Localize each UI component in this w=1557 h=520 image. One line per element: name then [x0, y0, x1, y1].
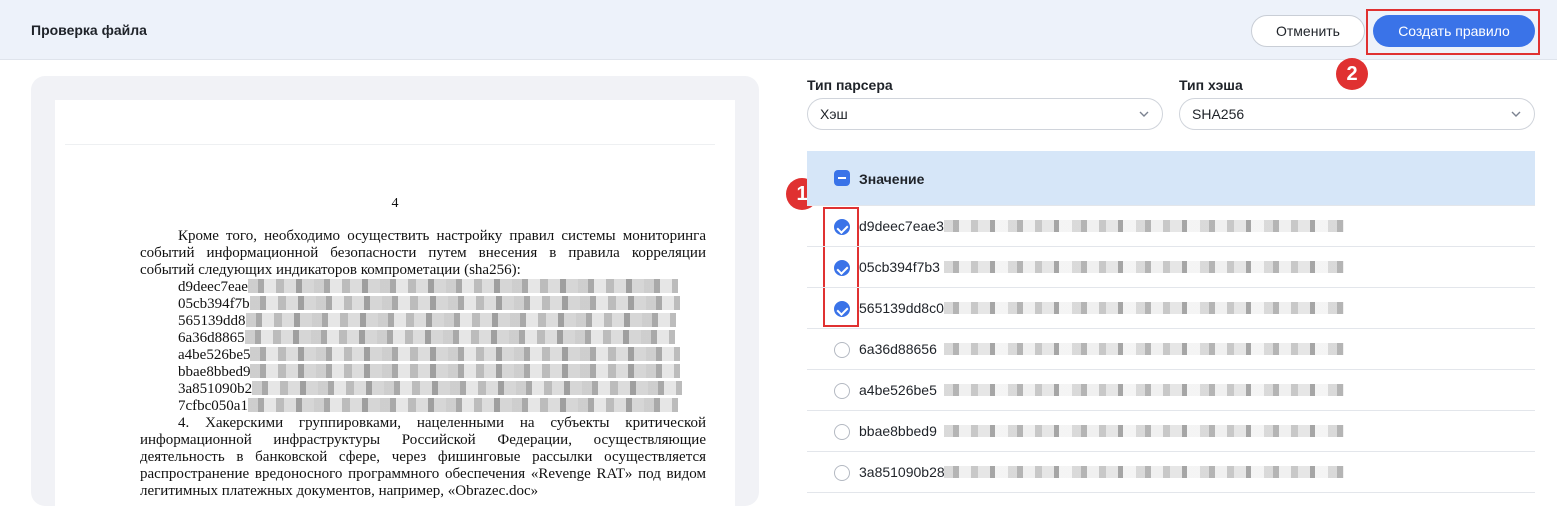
redacted-block [944, 384, 1344, 396]
hash-value: a4be526be5 [859, 382, 937, 398]
document-hash-line: 7cfbc050a1 [140, 398, 706, 415]
select-all-checkbox[interactable] [834, 170, 850, 186]
table-row[interactable]: 3a851090b28 [807, 452, 1535, 493]
row-checkbox[interactable] [834, 465, 850, 481]
redacted-block [944, 343, 1344, 355]
hash-value: 3a851090b28 [859, 464, 945, 480]
header-bar: Проверка файла Отменить Создать правило [0, 0, 1557, 60]
parser-type-value: Хэш [820, 106, 848, 122]
table-row[interactable]: 6a36d88656 [807, 329, 1535, 370]
redacted-block [944, 302, 1344, 314]
document-paragraph: 4. Хакерскими группировками, нацеленными… [140, 415, 706, 499]
table-header: Значение [807, 151, 1535, 206]
redacted-block [250, 364, 681, 378]
redacted-block [944, 466, 1344, 478]
redacted-block [250, 347, 681, 361]
row-checkbox[interactable] [834, 383, 850, 399]
hash-value: 05cb394f7b3 [859, 259, 940, 275]
table-row[interactable]: bbae8bbed9 [807, 411, 1535, 452]
table-row[interactable]: 05cb394f7b3 [807, 247, 1535, 288]
hash-type-value: SHA256 [1192, 106, 1245, 122]
row-checkbox[interactable] [834, 424, 850, 440]
redacted-block [944, 425, 1344, 437]
hash-value: 565139dd8c0 [859, 300, 944, 316]
table-row[interactable]: d9deec7eae3 [807, 206, 1535, 247]
redacted-block [247, 398, 678, 412]
callout-badge-2: 2 [1336, 58, 1368, 90]
row-checkbox[interactable] [834, 219, 850, 235]
document-paragraph: Кроме того, необходимо осуществить настр… [140, 228, 706, 278]
hash-value: d9deec7eae3 [859, 218, 944, 234]
hash-type-label: Тип хэша [1179, 77, 1243, 93]
document-page-number: 4 [391, 196, 399, 211]
document-page: 4 Кроме того, необходимо осуществить нас… [55, 100, 735, 520]
document-hash-line: bbae8bbed9 [140, 364, 706, 381]
document-hash-line: 05cb394f7b [140, 296, 706, 313]
callout-frame-create-rule [1366, 9, 1540, 55]
page-title: Проверка файла [31, 22, 147, 38]
hash-value: bbae8bbed9 [859, 423, 937, 439]
redacted-block [252, 381, 683, 395]
document-text: Кроме того, необходимо осуществить настр… [140, 228, 706, 500]
row-checkbox[interactable] [834, 342, 850, 358]
row-checkbox[interactable] [834, 301, 850, 317]
redacted-block [245, 313, 676, 327]
redacted-block [249, 296, 680, 310]
document-hash-line: a4be526be5 [140, 347, 706, 364]
cancel-button[interactable]: Отменить [1251, 15, 1365, 47]
document-hash-line: 565139dd8 [140, 313, 706, 330]
redacted-block [244, 330, 675, 344]
table-row[interactable]: a4be526be5 [807, 370, 1535, 411]
document-hash-line: d9deec7eae [140, 279, 706, 296]
redacted-block [944, 261, 1344, 273]
redacted-block [247, 279, 678, 293]
chevron-down-icon [1511, 111, 1521, 117]
document-preview-panel: 4 Кроме того, необходимо осуществить нас… [31, 76, 759, 520]
parser-type-label: Тип парсера [807, 77, 893, 93]
hash-value: 6a36d88656 [859, 341, 937, 357]
values-table: Значение d9deec7eae3 05cb394f7b3 565139d… [807, 151, 1535, 493]
row-checkbox[interactable] [834, 260, 850, 276]
chevron-down-icon [1139, 111, 1149, 117]
document-hash-line: 6a36d8865 [140, 330, 706, 347]
document-hash-line: 3a851090b2 [140, 381, 706, 398]
redacted-block [944, 220, 1344, 232]
column-title-value: Значение [859, 171, 925, 187]
parser-type-select[interactable]: Хэш [807, 98, 1163, 130]
hash-type-select[interactable]: SHA256 [1179, 98, 1535, 130]
table-row[interactable]: 565139dd8c0 [807, 288, 1535, 329]
